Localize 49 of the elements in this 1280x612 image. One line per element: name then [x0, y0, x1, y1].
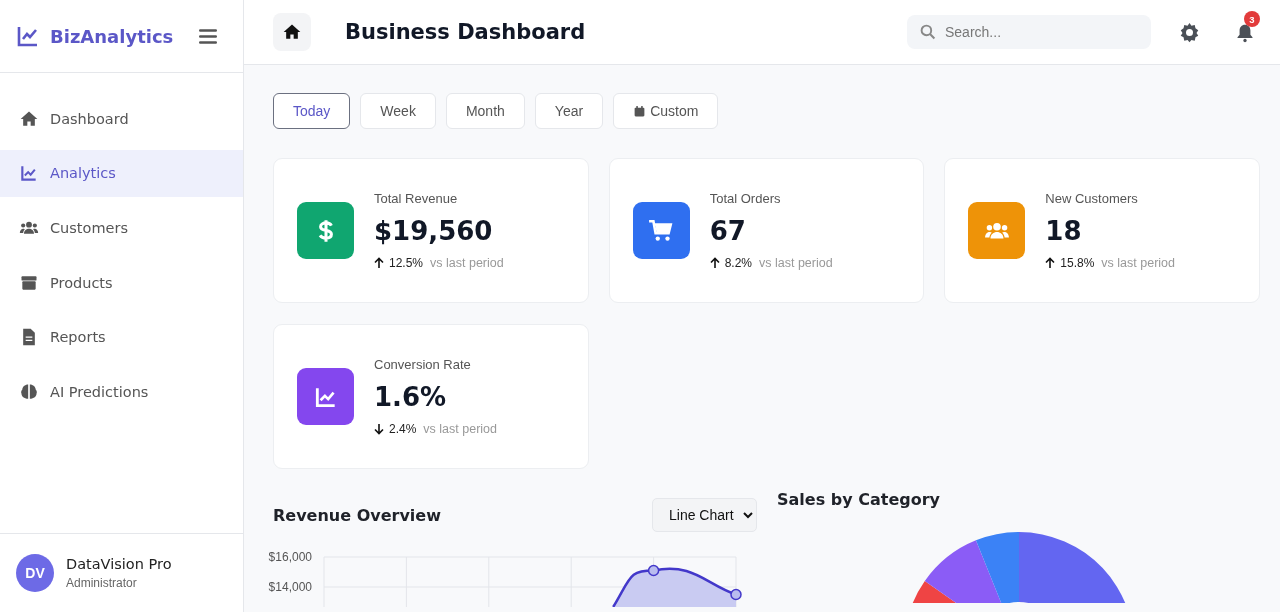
change-percent: 12.5%	[389, 256, 424, 270]
cart-icon	[648, 217, 675, 244]
notification-count: 3	[1244, 11, 1260, 27]
stat-value: 18	[1045, 216, 1083, 246]
y-axis-label: $14,000	[268, 580, 312, 594]
stat-value: 67	[709, 216, 747, 246]
nav-item[interactable]: Customers	[0, 204, 243, 252]
stat-value: $19,560	[374, 216, 494, 246]
change-note: vs last period	[759, 256, 833, 270]
change-note: vs last period	[430, 256, 504, 270]
stat-label: Conversion Rate	[374, 357, 472, 372]
chart-type-select[interactable]: Line Chart	[652, 498, 757, 532]
period-button[interactable]: Week	[360, 93, 436, 129]
search-icon	[920, 24, 936, 40]
chart-icon	[16, 24, 40, 48]
period-button[interactable]: Month	[445, 93, 525, 129]
home-icon	[282, 22, 302, 42]
page-title: Business Dashboard	[345, 20, 587, 44]
period-button[interactable]: Today	[273, 93, 351, 129]
nav-item[interactable]: Analytics	[0, 149, 243, 197]
notification-bell-icon[interactable]	[1235, 23, 1255, 43]
search-field[interactable]: Search...	[907, 15, 1151, 49]
brand-name: BizAnalytics	[50, 25, 174, 47]
change-note: vs last period	[1101, 256, 1175, 270]
change-percent: 15.8%	[1060, 256, 1095, 270]
settings-icon[interactable]	[1179, 21, 1200, 43]
menu-icon[interactable]	[199, 28, 217, 44]
calendar-icon	[633, 104, 647, 118]
stat-value: 1.6%	[374, 382, 448, 412]
user-avatar: DV	[16, 554, 54, 592]
change-note: vs last period	[423, 422, 497, 436]
stat-label: New Customers	[1045, 191, 1139, 206]
stat-label: Total Orders	[709, 191, 782, 206]
nav-item[interactable]: Reports	[0, 313, 243, 361]
chart-icon	[19, 163, 39, 184]
home-button[interactable]	[273, 13, 311, 51]
nav-item[interactable]: AI Predictions	[0, 368, 243, 416]
stat-label: Total Revenue	[374, 191, 459, 206]
user-name: DataVision Pro	[66, 556, 172, 572]
y-axis-label: $16,000	[268, 550, 312, 564]
nav-item[interactable]: Products	[0, 259, 243, 307]
period-button[interactable]: Year	[534, 93, 604, 129]
change-percent: 8.2%	[724, 256, 752, 270]
change-percent: 2.4%	[389, 422, 417, 436]
nav-item[interactable]: Dashboard	[0, 95, 243, 142]
user-role: Administrator	[66, 576, 138, 590]
section-title: Sales by Category	[777, 490, 941, 509]
period-button[interactable]: Custom	[613, 93, 719, 129]
section-title: Revenue Overview	[273, 505, 441, 525]
